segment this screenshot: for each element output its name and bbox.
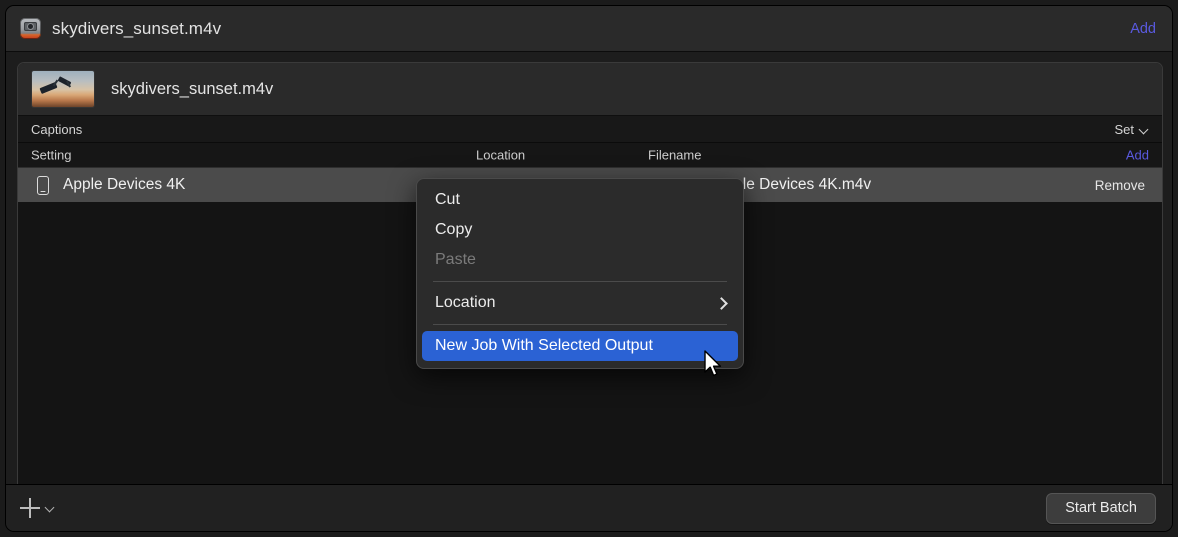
source-filename: skydivers_sunset.m4v <box>111 80 273 99</box>
context-menu-separator <box>433 281 727 282</box>
context-menu-separator <box>433 324 727 325</box>
add-job-button[interactable]: Add <box>1130 21 1156 37</box>
context-menu-item-new-job-with-selected-output[interactable]: New Job With Selected Output <box>422 331 738 361</box>
compressor-app-icon <box>20 18 41 39</box>
video-thumbnail <box>32 71 94 107</box>
captions-set-dropdown[interactable]: Set <box>1114 122 1149 137</box>
context-menu: Cut Copy Paste Location New Job With Sel… <box>416 178 744 369</box>
column-header-row: Setting Location Filename Add <box>18 143 1162 168</box>
device-phone-icon <box>37 176 49 195</box>
add-output-button[interactable]: Add <box>1126 148 1149 163</box>
window-title: skydivers_sunset.m4v <box>52 19 221 39</box>
column-header-setting: Setting <box>31 148 71 163</box>
app-window: skydivers_sunset.m4v Add skydivers_sunse… <box>0 0 1178 537</box>
titlebar: skydivers_sunset.m4v Add <box>6 6 1173 52</box>
captions-bar: Captions Set <box>18 116 1162 143</box>
context-menu-item-cut[interactable]: Cut <box>417 185 743 215</box>
chevron-down-icon <box>1140 125 1149 134</box>
bottom-toolbar: Start Batch <box>6 484 1173 531</box>
chevron-down-icon <box>45 503 55 513</box>
context-menu-item-copy[interactable]: Copy <box>417 215 743 245</box>
column-header-filename: Filename <box>648 148 701 163</box>
captions-set-label: Set <box>1114 122 1134 137</box>
output-setting-name: Apple Devices 4K <box>63 176 185 194</box>
context-menu-item-location[interactable]: Location <box>417 288 743 318</box>
context-menu-item-location-label: Location <box>435 294 496 312</box>
add-job-dropdown[interactable] <box>20 498 55 518</box>
chevron-right-icon <box>717 297 727 309</box>
source-file-row[interactable]: skydivers_sunset.m4v <box>18 63 1162 116</box>
context-menu-item-paste: Paste <box>417 245 743 275</box>
remove-output-button[interactable]: Remove <box>1095 178 1145 193</box>
captions-label: Captions <box>31 122 82 137</box>
start-batch-button[interactable]: Start Batch <box>1046 493 1156 524</box>
plus-icon <box>20 498 40 518</box>
column-header-location: Location <box>476 148 525 163</box>
